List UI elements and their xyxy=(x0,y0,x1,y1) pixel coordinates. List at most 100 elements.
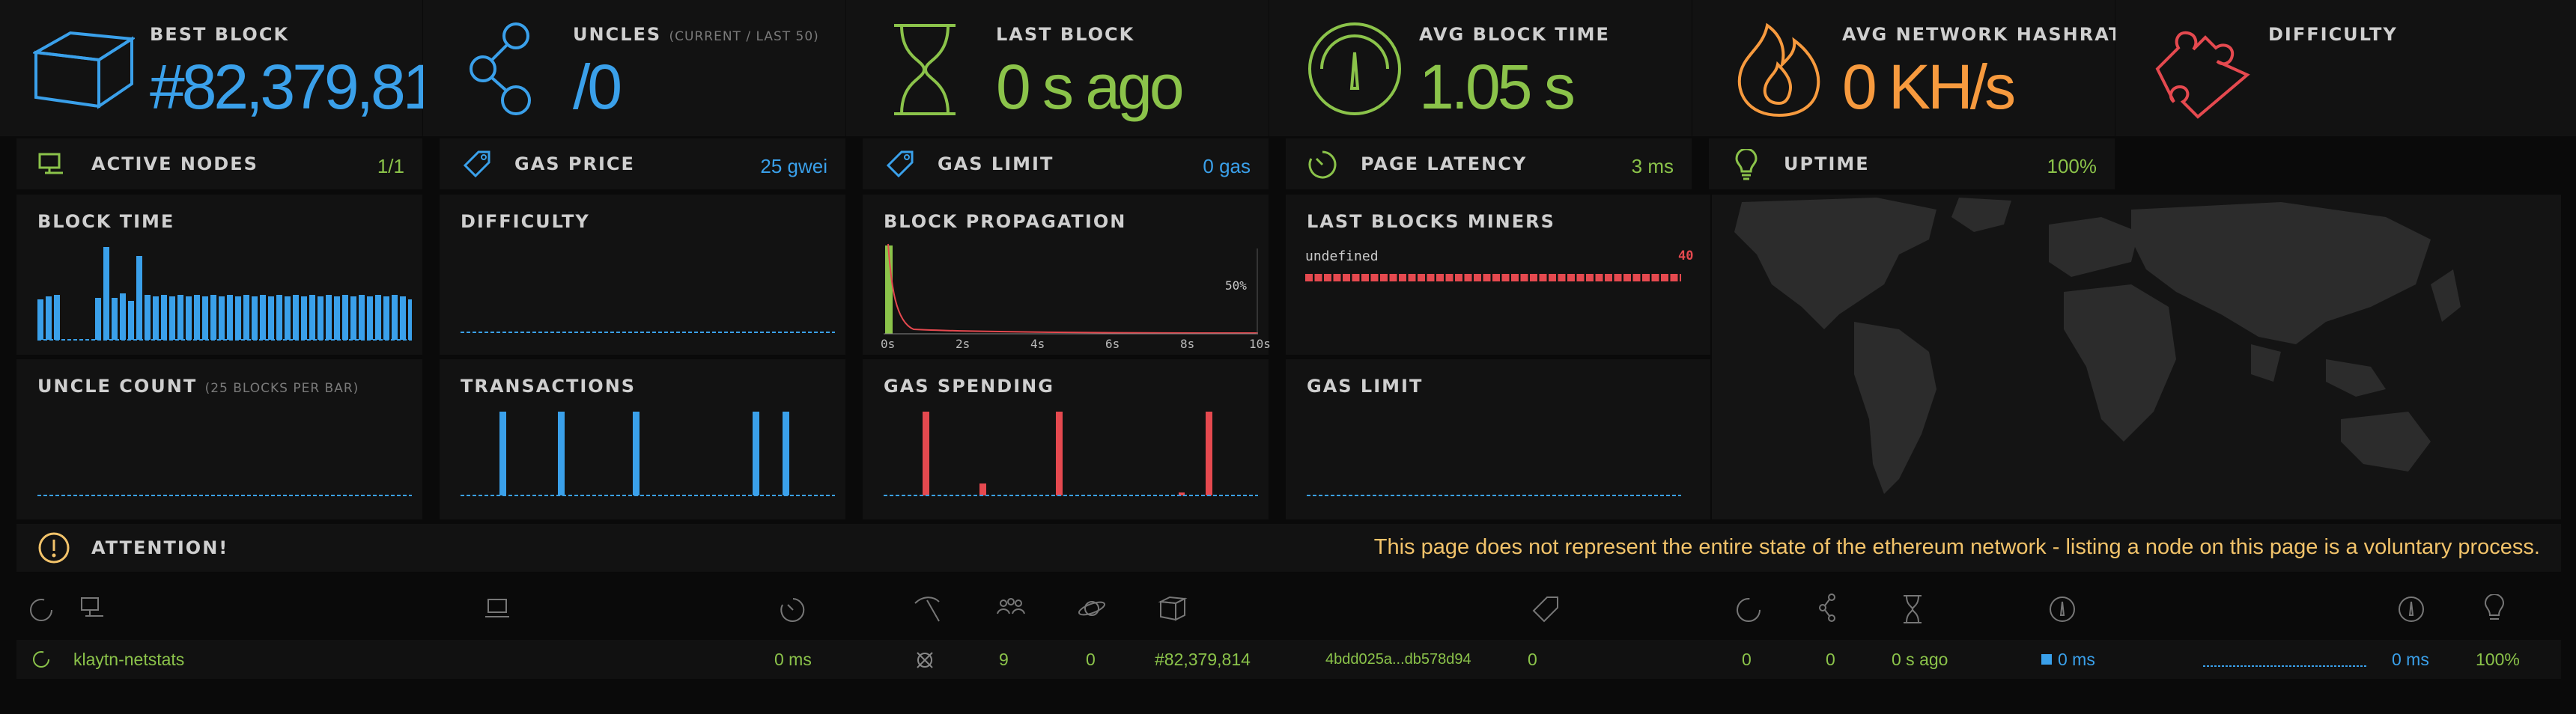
stat-last-block: LAST BLOCK 0 s ago xyxy=(846,0,1269,136)
hourglass-icon[interactable] xyxy=(1902,594,1923,624)
gas-limit-baseline xyxy=(1307,495,1681,496)
chart-title: LAST BLOCKS MINERS xyxy=(1307,211,1555,232)
stat-label: UNCLES (CURRENT / LAST 50) xyxy=(573,24,819,45)
chart-title: GAS SPENDING xyxy=(884,376,1054,397)
propagation-chart xyxy=(884,243,1258,335)
tick-label: 0s xyxy=(881,337,896,351)
chart-block-propagation: BLOCK PROPAGATION 50% 0s 2s 4s 6s 8s 10s xyxy=(863,195,1271,355)
stat-label: DIFFICULTY xyxy=(2268,24,2398,45)
miner-name: undefined xyxy=(1305,248,1379,264)
uptime-bulb-icon[interactable] xyxy=(2483,594,2506,624)
stat-uncles: UNCLES (CURRENT / LAST 50) /0 xyxy=(423,0,845,136)
chart-uncle-count: UNCLE COUNT (25 BLOCKS PER BAR) xyxy=(16,359,422,519)
uncle-count-baseline xyxy=(37,495,412,496)
propagation-square xyxy=(2041,654,2052,665)
pickaxe-icon[interactable] xyxy=(912,594,942,624)
stat-difficulty: DIFFICULTY xyxy=(2115,0,2576,136)
active-nodes-value: 1/1 xyxy=(377,155,404,177)
node-block-hash: 4bdd025a...db578d94 xyxy=(1325,651,1471,668)
fire-icon xyxy=(1737,22,1820,118)
hourglass-icon xyxy=(894,24,956,115)
uncles-value: /0 xyxy=(573,52,622,122)
node-transactions: 0 xyxy=(1826,650,1835,669)
tick-label: 8s xyxy=(1180,337,1195,351)
gauge-icon xyxy=(1308,22,1401,115)
propagation-pct-label: 50% xyxy=(1225,278,1247,293)
chart-block-time: BLOCK TIME xyxy=(16,195,422,355)
stat-avg-block-time: AVG BLOCK TIME 1.05 s xyxy=(1269,0,1692,136)
transactions-bars xyxy=(461,412,835,496)
node-latency: 0 ms xyxy=(774,650,812,669)
node-name[interactable]: klaytn-netstats xyxy=(73,650,184,670)
refresh-icon[interactable] xyxy=(28,597,54,623)
mining-off-icon xyxy=(917,652,933,668)
propagation-history-line xyxy=(2203,665,2368,667)
spinner-icon[interactable] xyxy=(1734,596,1763,624)
chart-gas-limit: GAS LIMIT xyxy=(1286,359,1710,519)
monitor-icon xyxy=(38,153,63,174)
node-pending: 0 xyxy=(1086,650,1096,669)
small-stat-active-nodes: ACTIVE NODES 1/1 xyxy=(16,138,422,189)
node-uncles: 0 xyxy=(1742,650,1752,669)
uncles-icon[interactable] xyxy=(1818,593,1841,623)
stat-avg-hashrate: AVG NETWORK HASHRATE 0 KH/s xyxy=(1692,0,2135,136)
chart-title: UNCLE COUNT (25 BLOCKS PER BAR) xyxy=(37,376,359,397)
node-propagation: 0 ms xyxy=(2058,650,2095,669)
planet-icon[interactable] xyxy=(1077,596,1107,621)
small-stat-uptime: UPTIME 100% xyxy=(1709,138,2115,189)
gas-price-value: 25 gwei xyxy=(760,155,827,177)
chart-title: BLOCK PROPAGATION xyxy=(884,211,1127,232)
tag-icon xyxy=(463,150,490,178)
small-stat-label: GAS PRICE xyxy=(514,153,635,174)
stat-label: BEST BLOCK xyxy=(150,24,290,45)
block-time-bars xyxy=(37,247,412,341)
small-stat-label: ACTIVE NODES xyxy=(91,153,258,174)
node-status-icon xyxy=(33,651,49,668)
chart-difficulty: DIFFICULTY xyxy=(440,195,845,355)
node-name-icon[interactable] xyxy=(79,596,106,621)
last-block-value: 0 s ago xyxy=(996,52,1185,122)
uncle-count-sublabel: (25 BLOCKS PER BAR) xyxy=(204,381,359,396)
chart-last-blocks-miners: LAST BLOCKS MINERS undefined 40 xyxy=(1286,195,1710,355)
chart-title: TRANSACTIONS xyxy=(461,376,637,397)
world-map[interactable] xyxy=(1712,195,2561,519)
small-stat-label: PAGE LATENCY xyxy=(1361,153,1528,174)
small-stat-page-latency: PAGE LATENCY 3 ms xyxy=(1286,138,1692,189)
miner-block-bar xyxy=(1305,274,1681,281)
cube-icon xyxy=(33,31,135,109)
attention-label: ATTENTION! xyxy=(91,537,229,558)
block-icon[interactable] xyxy=(1158,594,1188,623)
stat-label: AVG BLOCK TIME xyxy=(1419,24,1610,45)
best-block-value: #82,379,814 xyxy=(150,52,470,122)
difficulty-baseline xyxy=(461,332,835,333)
attention-message: This page does not represent the entire … xyxy=(1373,535,2540,559)
page-latency-value: 3 ms xyxy=(1631,155,1674,177)
chart-gas-spending: GAS SPENDING xyxy=(863,359,1269,519)
uptime-value: 100% xyxy=(2047,155,2097,177)
tick-label: 6s xyxy=(1105,337,1120,351)
chart-title: DIFFICULTY xyxy=(461,211,590,232)
laptop-icon[interactable] xyxy=(484,597,511,620)
node-row[interactable]: klaytn-netstats 0 ms 9 0 #82,379,814 4bd… xyxy=(16,640,2561,679)
avg-propagation-icon[interactable] xyxy=(2396,594,2426,624)
stat-best-block: BEST BLOCK #82,379,814 xyxy=(0,0,470,136)
gas-tag-icon[interactable] xyxy=(1531,594,1561,624)
timer-icon xyxy=(1308,150,1337,179)
uncles-label: UNCLES xyxy=(573,24,662,45)
stat-label: LAST BLOCK xyxy=(996,24,1135,45)
latency-icon[interactable] xyxy=(779,596,807,624)
node-avg-propagation: 0 ms xyxy=(2392,650,2429,669)
avg-hashrate-value: 0 KH/s xyxy=(1842,52,2016,122)
node-peers: 9 xyxy=(999,650,1009,669)
chart-transactions: TRANSACTIONS xyxy=(440,359,845,519)
stat-label: AVG NETWORK HASHRATE xyxy=(1842,24,2136,45)
gas-limit-value: 0 gas xyxy=(1203,155,1251,177)
small-stat-label: GAS LIMIT xyxy=(938,153,1054,174)
uncles-sublabel: (CURRENT / LAST 50) xyxy=(669,29,819,44)
tag-icon xyxy=(886,150,914,178)
node-difficulty: 0 xyxy=(1528,650,1537,669)
node-table-header xyxy=(0,576,2576,639)
tick-label: 2s xyxy=(956,337,970,351)
peers-icon[interactable] xyxy=(996,596,1026,618)
propagation-icon[interactable] xyxy=(2047,594,2077,624)
